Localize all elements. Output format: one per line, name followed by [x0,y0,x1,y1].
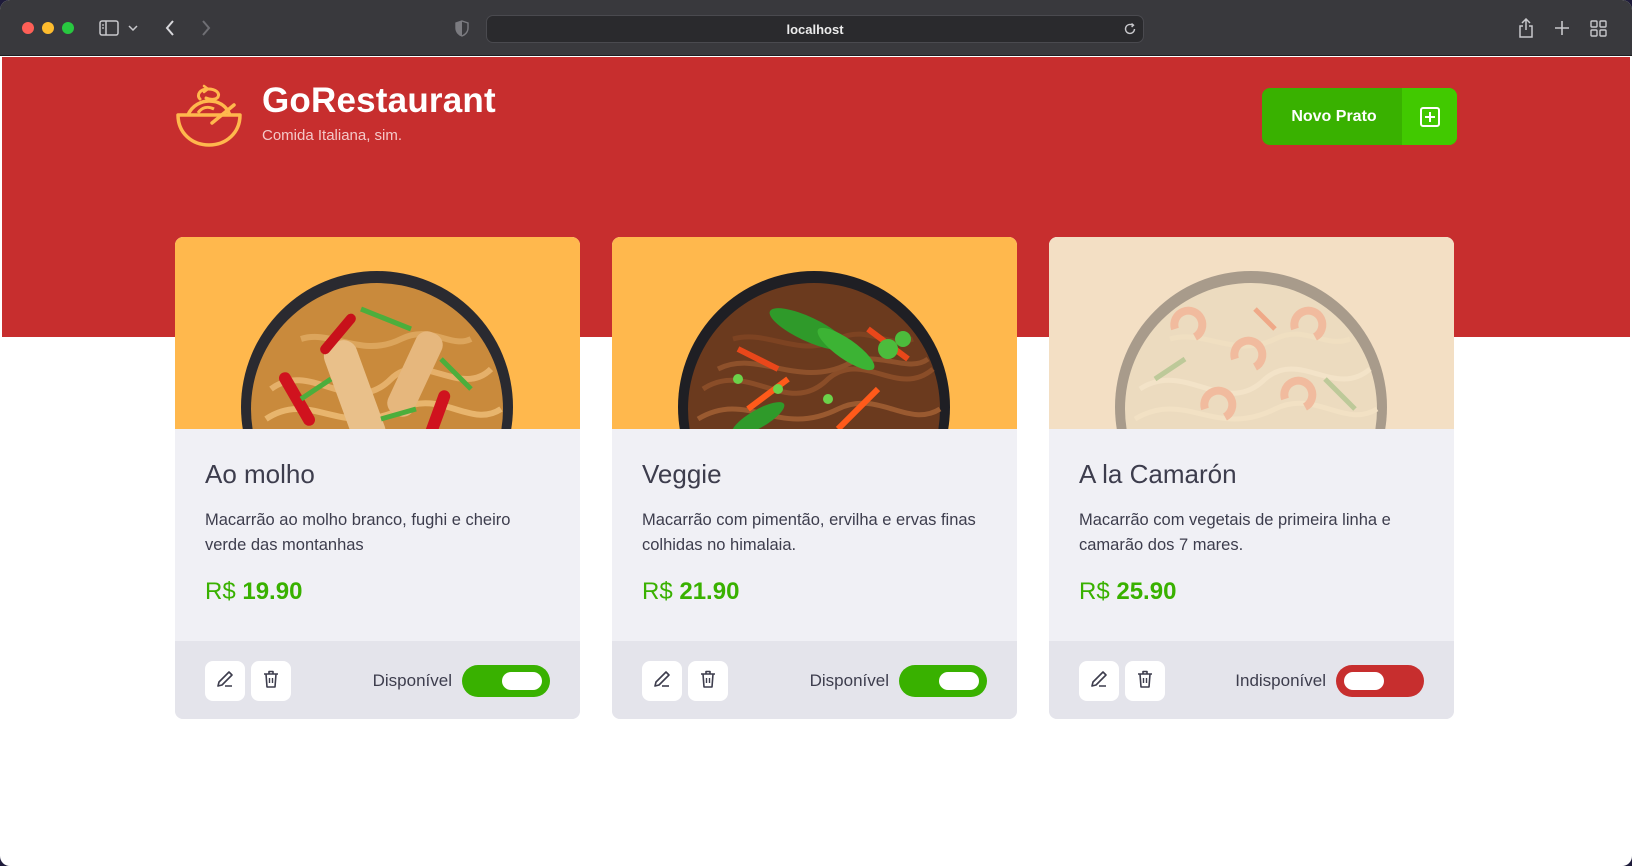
trash-icon [1135,669,1155,694]
new-dish-label: Novo Prato [1291,107,1377,125]
toggle-knob [1344,672,1384,690]
minimize-window-button[interactable] [42,22,54,34]
food-details: A la Camarón Macarrão com vegetais de pr… [1049,429,1454,641]
food-description: Macarrão ao molho branco, fughi e cheiro… [205,511,511,554]
availability-label: Disponível [372,671,452,690]
availability-toggle[interactable] [899,665,987,697]
food-name: Veggie [642,459,722,489]
trash-icon [261,669,281,694]
food-image [612,237,1017,429]
pencil-icon [652,669,672,694]
availability-toggle[interactable] [462,665,550,697]
food-card: Ao molho Macarrão ao molho branco, fughi… [175,237,580,719]
food-image [175,237,580,429]
food-name: A la Camarón [1079,459,1237,489]
tab-overview-icon[interactable] [1586,16,1610,40]
food-price: R$ 21.90 [642,578,987,606]
delete-button[interactable] [688,661,728,701]
chevron-down-icon[interactable] [126,16,140,40]
food-actions: Disponível [175,641,580,719]
food-actions: Indisponível [1049,641,1454,719]
url-text: localhost [786,21,844,37]
food-description: Macarrão com pimentão, ervilha e ervas f… [642,511,976,554]
shield-icon[interactable] [450,16,474,40]
toggle-knob [502,672,542,690]
food-price: R$ 25.90 [1079,578,1424,606]
food-price: R$ 19.90 [205,578,550,606]
price-currency: R$ [642,578,673,605]
food-actions: Disponível [612,641,1017,719]
brand-title: GoRestaurant [262,81,496,120]
browser-window: localhost GoRestaurant Comida Italiana, … [0,0,1632,866]
food-details: Ao molho Macarrão ao molho branco, fughi… [175,429,580,641]
sidebar-icon[interactable] [97,16,121,40]
availability-toggle[interactable] [1336,665,1424,697]
back-icon[interactable] [158,16,182,40]
food-image [1049,237,1454,429]
logo-bowl-icon [174,83,244,154]
delete-button[interactable] [1125,661,1165,701]
food-card: A la Camarón Macarrão com vegetais de pr… [1049,237,1454,719]
price-amount: 25.90 [1116,578,1177,605]
edit-button[interactable] [205,661,245,701]
plus-square-icon [1402,88,1457,145]
price-currency: R$ [1079,578,1110,605]
price-amount: 19.90 [242,578,303,605]
maximize-window-button[interactable] [62,22,74,34]
food-name: Ao molho [205,459,315,489]
availability-label: Indisponível [1235,671,1326,690]
availability-label: Disponível [809,671,889,690]
price-currency: R$ [205,578,236,605]
new-tab-icon[interactable] [1550,16,1574,40]
edit-button[interactable] [1079,661,1119,701]
brand-tagline: Comida Italiana, sim. [262,127,403,144]
share-icon[interactable] [1514,16,1538,40]
pencil-icon [215,669,235,694]
price-amount: 21.90 [679,578,740,605]
food-details: Veggie Macarrão com pimentão, ervilha e … [612,429,1017,641]
new-dish-button[interactable]: Novo Prato [1262,88,1457,145]
delete-button[interactable] [251,661,291,701]
food-card: Veggie Macarrão com pimentão, ervilha e … [612,237,1017,719]
food-description: Macarrão com vegetais de primeira linha … [1079,511,1391,554]
edit-button[interactable] [642,661,682,701]
pencil-icon [1089,669,1109,694]
reload-icon[interactable] [1123,22,1137,39]
toggle-knob [939,672,979,690]
browser-toolbar: localhost [0,0,1632,56]
trash-icon [698,669,718,694]
address-bar[interactable]: localhost [486,15,1144,43]
close-window-button[interactable] [22,22,34,34]
page: GoRestaurant Comida Italiana, sim. Novo … [2,57,1630,862]
forward-icon[interactable] [194,16,218,40]
